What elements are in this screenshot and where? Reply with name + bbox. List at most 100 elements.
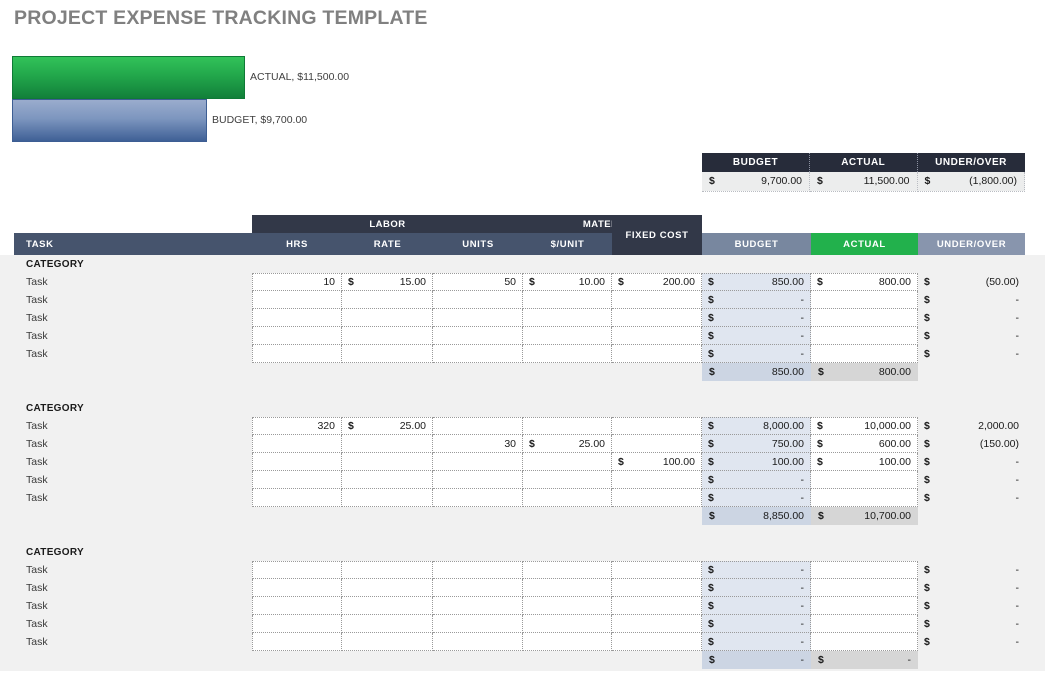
cell-fixed-cost[interactable]	[612, 489, 702, 507]
cell-unit-price[interactable]	[523, 417, 612, 435]
cell-budget[interactable]: $ -	[702, 327, 811, 345]
cell-unit-price[interactable]: $10.00	[523, 273, 612, 291]
cell-under-over[interactable]: $ -	[918, 309, 1025, 327]
cell-budget[interactable]: $850.00	[702, 273, 811, 291]
cell-fixed-cost[interactable]: $100.00	[612, 453, 702, 471]
cell-actual[interactable]	[811, 309, 918, 327]
cell-units[interactable]	[433, 327, 523, 345]
cell-units[interactable]	[433, 561, 523, 579]
cell-fixed-cost[interactable]	[612, 579, 702, 597]
cell-under-over[interactable]: $ -	[918, 633, 1025, 651]
task-name[interactable]: Task	[26, 435, 48, 453]
cell-budget[interactable]: $750.00	[702, 435, 811, 453]
cell-units[interactable]	[433, 309, 523, 327]
cell-fixed-cost[interactable]	[612, 417, 702, 435]
cell-hrs[interactable]	[252, 435, 342, 453]
cell-actual[interactable]	[811, 579, 918, 597]
cell-actual[interactable]	[811, 345, 918, 363]
cell-budget[interactable]: $ -	[702, 309, 811, 327]
cell-under-over[interactable]: $ -	[918, 597, 1025, 615]
task-name[interactable]: Task	[26, 453, 48, 471]
cell-units[interactable]	[433, 291, 523, 309]
cell-rate[interactable]	[342, 327, 433, 345]
cell-actual[interactable]	[811, 291, 918, 309]
cell-actual[interactable]	[811, 471, 918, 489]
cell-unit-price[interactable]	[523, 453, 612, 471]
cell-units[interactable]	[433, 489, 523, 507]
cell-under-over[interactable]: $2,000.00	[918, 417, 1025, 435]
cell-actual[interactable]	[811, 327, 918, 345]
cell-budget[interactable]: $ -	[702, 633, 811, 651]
cell-unit-price[interactable]	[523, 345, 612, 363]
cell-fixed-cost[interactable]	[612, 345, 702, 363]
cell-under-over[interactable]: $ (50.00)	[918, 273, 1025, 291]
task-name[interactable]: Task	[26, 579, 48, 597]
cell-actual[interactable]: $800.00	[811, 273, 918, 291]
cell-rate[interactable]	[342, 633, 433, 651]
cell-unit-price[interactable]	[523, 633, 612, 651]
cell-actual[interactable]	[811, 597, 918, 615]
cell-under-over[interactable]: $ -	[918, 291, 1025, 309]
cell-fixed-cost[interactable]	[612, 435, 702, 453]
cell-unit-price[interactable]	[523, 615, 612, 633]
cell-actual[interactable]	[811, 615, 918, 633]
cell-budget[interactable]: $100.00	[702, 453, 811, 471]
cell-hrs[interactable]	[252, 561, 342, 579]
category-label[interactable]: CATEGORY	[0, 255, 1045, 273]
cell-unit-price[interactable]	[523, 291, 612, 309]
cell-actual[interactable]: $100.00	[811, 453, 918, 471]
cell-under-over[interactable]: $ (150.00)	[918, 435, 1025, 453]
cell-units[interactable]	[433, 453, 523, 471]
cell-unit-price[interactable]	[523, 489, 612, 507]
cell-unit-price[interactable]	[523, 471, 612, 489]
cell-unit-price[interactable]	[523, 597, 612, 615]
cell-actual[interactable]	[811, 633, 918, 651]
task-name[interactable]: Task	[26, 273, 48, 291]
cell-hrs[interactable]	[252, 345, 342, 363]
cell-hrs[interactable]	[252, 615, 342, 633]
cell-actual[interactable]: $10,000.00	[811, 417, 918, 435]
cell-under-over[interactable]: $ -	[918, 471, 1025, 489]
cell-units[interactable]	[433, 471, 523, 489]
cell-under-over[interactable]: $ -	[918, 489, 1025, 507]
cell-rate[interactable]	[342, 345, 433, 363]
cell-budget[interactable]: $ -	[702, 615, 811, 633]
cell-rate[interactable]	[342, 579, 433, 597]
cell-budget[interactable]: $ -	[702, 561, 811, 579]
cell-budget[interactable]: $ -	[702, 489, 811, 507]
task-name[interactable]: Task	[26, 417, 48, 435]
cell-budget[interactable]: $8,000.00	[702, 417, 811, 435]
cell-budget[interactable]: $ -	[702, 291, 811, 309]
category-label[interactable]: CATEGORY	[0, 399, 1045, 417]
cell-under-over[interactable]: $ -	[918, 561, 1025, 579]
cell-budget[interactable]: $ -	[702, 345, 811, 363]
cell-rate[interactable]: $25.00	[342, 417, 433, 435]
task-name[interactable]: Task	[26, 309, 48, 327]
cell-hrs[interactable]	[252, 579, 342, 597]
cell-units[interactable]	[433, 417, 523, 435]
cell-under-over[interactable]: $ -	[918, 615, 1025, 633]
cell-rate[interactable]	[342, 471, 433, 489]
cell-rate[interactable]: $15.00	[342, 273, 433, 291]
cell-fixed-cost[interactable]	[612, 291, 702, 309]
task-name[interactable]: Task	[26, 327, 48, 345]
cell-units[interactable]	[433, 597, 523, 615]
cell-hrs[interactable]	[252, 633, 342, 651]
cell-budget[interactable]: $ -	[702, 597, 811, 615]
cell-hrs[interactable]: 320	[252, 417, 342, 435]
cell-rate[interactable]	[342, 435, 433, 453]
cell-under-over[interactable]: $ -	[918, 453, 1025, 471]
cell-budget[interactable]: $ -	[702, 471, 811, 489]
cell-hrs[interactable]	[252, 291, 342, 309]
cell-unit-price[interactable]	[523, 309, 612, 327]
cell-under-over[interactable]: $ -	[918, 327, 1025, 345]
cell-under-over[interactable]: $ -	[918, 579, 1025, 597]
cell-fixed-cost[interactable]	[612, 471, 702, 489]
cell-rate[interactable]	[342, 489, 433, 507]
task-name[interactable]: Task	[26, 561, 48, 579]
cell-rate[interactable]	[342, 453, 433, 471]
cell-actual[interactable]	[811, 489, 918, 507]
cell-fixed-cost[interactable]	[612, 309, 702, 327]
cell-unit-price[interactable]	[523, 327, 612, 345]
cell-units[interactable]: 50	[433, 273, 523, 291]
